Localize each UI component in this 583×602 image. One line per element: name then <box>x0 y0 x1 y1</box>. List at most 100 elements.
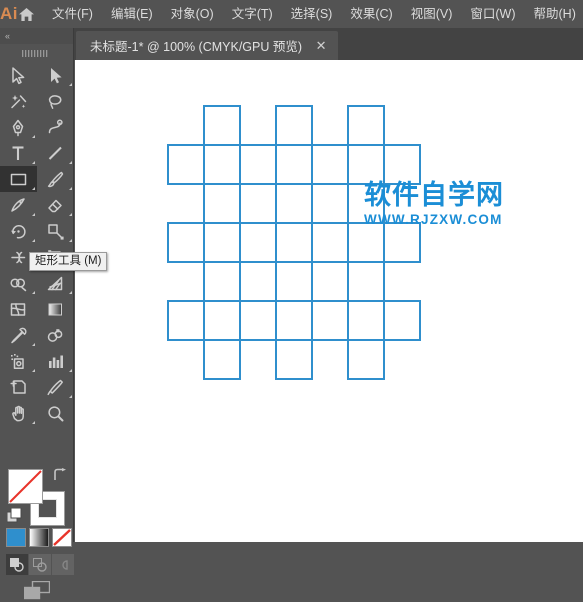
shaper-tool[interactable] <box>0 192 37 218</box>
draw-behind-mode[interactable] <box>29 554 51 575</box>
tool-flyout-indicator-icon[interactable] <box>32 343 35 346</box>
document-tab[interactable]: 未标题-1* @ 100% (CMYK/GPU 预览) ✕ <box>76 31 338 60</box>
rectangle-shape[interactable] <box>383 144 421 185</box>
tool-flyout-indicator-icon[interactable] <box>69 83 72 86</box>
rectangle-shape[interactable] <box>275 144 313 185</box>
symbol-sprayer-tool[interactable] <box>0 348 37 374</box>
tool-flyout-indicator-icon[interactable] <box>32 187 35 190</box>
rectangle-shape[interactable] <box>203 183 241 224</box>
rectangle-shape[interactable] <box>311 144 349 185</box>
rectangle-shape[interactable] <box>167 222 205 263</box>
tool-flyout-indicator-icon[interactable] <box>32 369 35 372</box>
menu-select[interactable]: 选择(S) <box>282 0 342 28</box>
eraser-tool[interactable] <box>37 192 74 218</box>
rectangle-shape[interactable] <box>203 144 241 185</box>
menu-type[interactable]: 文字(T) <box>223 0 282 28</box>
default-fill-stroke-icon[interactable] <box>7 508 22 523</box>
rectangle-shape[interactable] <box>239 222 277 263</box>
menu-object[interactable]: 对象(O) <box>162 0 223 28</box>
tool-flyout-indicator-icon[interactable] <box>69 395 72 398</box>
menu-edit[interactable]: 编辑(E) <box>102 0 162 28</box>
panel-collapse-bar[interactable]: « <box>0 28 74 44</box>
rectangle-shape[interactable] <box>383 222 421 263</box>
rectangle-shape[interactable] <box>239 300 277 341</box>
rectangle-shape[interactable] <box>239 144 277 185</box>
menu-file[interactable]: 文件(F) <box>43 0 102 28</box>
tool-flyout-indicator-icon[interactable] <box>32 135 35 138</box>
rotate-tool[interactable] <box>0 218 37 244</box>
menu-window[interactable]: 窗口(W) <box>461 0 524 28</box>
slice-tool[interactable] <box>37 374 74 400</box>
tool-flyout-indicator-icon[interactable] <box>69 239 72 242</box>
rectangle-shape[interactable] <box>275 183 313 224</box>
rectangle-shape[interactable] <box>275 222 313 263</box>
tool-flyout-indicator-icon[interactable] <box>32 161 35 164</box>
fill-swatch[interactable] <box>8 469 43 504</box>
color-mode-gradient[interactable] <box>29 528 49 547</box>
rectangle-shape[interactable] <box>275 105 313 146</box>
magic-wand-tool[interactable] <box>0 88 37 114</box>
double-chevron-left-icon[interactable]: « <box>5 31 9 41</box>
rectangle-shape[interactable] <box>203 261 241 302</box>
shape-builder-tool[interactable] <box>0 270 37 296</box>
change-screen-mode[interactable] <box>0 578 74 602</box>
rectangle-shape[interactable] <box>275 300 313 341</box>
rectangle-shape[interactable] <box>275 261 313 302</box>
rectangle-shape[interactable] <box>167 300 205 341</box>
eyedropper-tool[interactable] <box>0 322 37 348</box>
line-segment-tool[interactable] <box>37 140 74 166</box>
document-canvas[interactable]: 软件自学网 WWW.RJZXW.COM <box>75 60 583 542</box>
hand-tool[interactable] <box>0 400 37 426</box>
rectangle-shape[interactable] <box>347 300 385 341</box>
direct-selection-tool[interactable] <box>37 62 74 88</box>
rectangle-grid-artwork[interactable] <box>75 60 583 542</box>
rectangle-shape[interactable] <box>347 261 385 302</box>
tool-flyout-indicator-icon[interactable] <box>69 291 72 294</box>
paintbrush-tool[interactable] <box>37 166 74 192</box>
rectangle-shape[interactable] <box>275 339 313 380</box>
mesh-tool[interactable] <box>0 296 37 322</box>
color-mode-none[interactable] <box>52 528 72 547</box>
scale-tool[interactable] <box>37 218 74 244</box>
tool-flyout-indicator-icon[interactable] <box>32 421 35 424</box>
selection-tool[interactable] <box>0 62 37 88</box>
tool-flyout-indicator-icon[interactable] <box>69 213 72 216</box>
lasso-tool[interactable] <box>37 88 74 114</box>
draw-inside-mode[interactable] <box>52 554 74 575</box>
tool-flyout-indicator-icon[interactable] <box>32 239 35 242</box>
gradient-tool[interactable] <box>37 296 74 322</box>
tool-flyout-indicator-icon[interactable] <box>69 369 72 372</box>
menu-view[interactable]: 视图(V) <box>402 0 462 28</box>
tool-flyout-indicator-icon[interactable] <box>69 161 72 164</box>
perspective-grid-tool[interactable] <box>37 270 74 296</box>
menu-help[interactable]: 帮助(H) <box>525 0 583 28</box>
type-tool[interactable] <box>0 140 37 166</box>
toolbox-drag-handle[interactable] <box>0 44 74 62</box>
rectangle-shape[interactable] <box>347 105 385 146</box>
rectangle-shape[interactable] <box>203 222 241 263</box>
tool-flyout-indicator-icon[interactable] <box>69 187 72 190</box>
blend-tool[interactable] <box>37 322 74 348</box>
rectangle-shape[interactable] <box>203 339 241 380</box>
rectangle-shape[interactable] <box>203 105 241 146</box>
tool-flyout-indicator-icon[interactable] <box>32 213 35 216</box>
rectangle-shape[interactable] <box>311 300 349 341</box>
rectangle-shape[interactable] <box>347 222 385 263</box>
tool-flyout-indicator-icon[interactable] <box>32 291 35 294</box>
close-icon[interactable]: ✕ <box>314 39 328 53</box>
rectangle-tool[interactable] <box>0 166 37 192</box>
draw-normal-mode[interactable] <box>6 554 28 575</box>
pen-tool[interactable] <box>0 114 37 140</box>
menu-effect[interactable]: 效果(C) <box>341 0 401 28</box>
swap-fill-stroke-icon[interactable] <box>52 468 67 482</box>
rectangle-shape[interactable] <box>347 339 385 380</box>
rectangle-shape[interactable] <box>311 222 349 263</box>
artboard-tool[interactable] <box>0 374 37 400</box>
column-graph-tool[interactable] <box>37 348 74 374</box>
rectangle-shape[interactable] <box>203 300 241 341</box>
home-icon[interactable] <box>18 0 35 28</box>
rectangle-shape[interactable] <box>347 144 385 185</box>
color-mode-color[interactable] <box>6 528 26 547</box>
rectangle-shape[interactable] <box>383 300 421 341</box>
rectangle-shape[interactable] <box>167 144 205 185</box>
